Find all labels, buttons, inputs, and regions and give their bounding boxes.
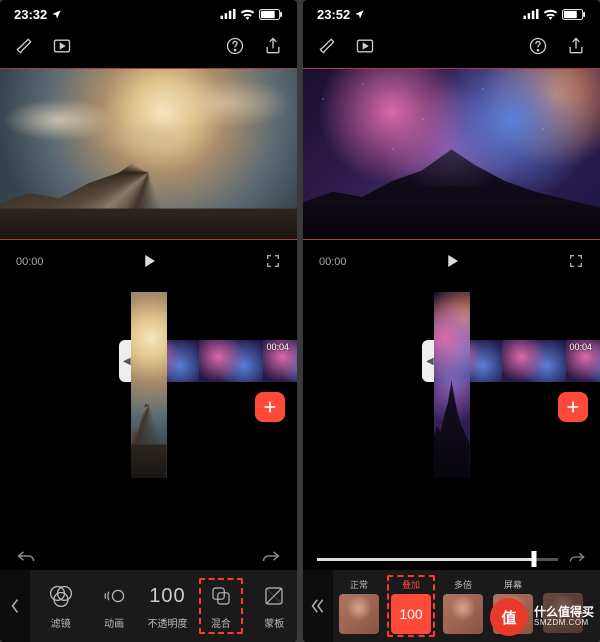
intensity-slider[interactable]	[317, 550, 586, 568]
right-screenshot: 23:52	[303, 0, 600, 642]
tool-label: 滤镜	[51, 615, 71, 630]
blend-label	[562, 580, 565, 590]
time-current: 00:00	[16, 256, 44, 268]
chevron-left-icon	[10, 598, 20, 614]
status-time: 23:52	[317, 7, 350, 22]
clip-end-time: 00:04	[266, 342, 289, 352]
transport-bar: 00:00 00:00	[303, 240, 600, 284]
help-icon[interactable]	[225, 36, 245, 61]
brush-icon[interactable]	[14, 36, 34, 61]
tool-animation[interactable]: 动画	[92, 582, 136, 630]
play-button[interactable]	[443, 252, 461, 273]
watermark-badge: 值	[490, 598, 528, 636]
overlap-circles-icon	[48, 582, 74, 610]
watermark: 值 什么值得买 SMZDM.COM	[490, 598, 594, 636]
blend-thumb	[339, 594, 379, 634]
tool-label: 混合	[211, 615, 231, 630]
top-toolbar	[0, 28, 297, 68]
playhead[interactable]	[434, 292, 470, 478]
tool-label: 不透明度	[147, 615, 187, 630]
redo-icon[interactable]	[261, 549, 281, 568]
timeline[interactable]: ◀ 00:04	[303, 284, 600, 570]
tool-label: 动画	[104, 615, 124, 630]
brush-icon[interactable]	[317, 36, 337, 61]
redo-icon[interactable]	[568, 550, 586, 568]
tool-blend[interactable]: 混合	[199, 578, 243, 634]
plus-icon	[262, 399, 278, 415]
blend-intensity-value: 100	[399, 606, 422, 622]
edit-strip	[0, 546, 297, 570]
tool-label: 蒙板	[264, 615, 284, 630]
blend-mode-add[interactable]: 叠加 100	[387, 575, 435, 637]
signal-icon	[523, 9, 539, 19]
blend-mode-normal[interactable]: 正常	[337, 578, 381, 634]
battery-icon	[259, 9, 283, 20]
status-time: 23:32	[14, 7, 47, 22]
blend-thumb: 100	[391, 594, 431, 634]
tool-filter[interactable]: 滤镜	[39, 582, 83, 630]
video-preview[interactable]	[0, 69, 297, 239]
add-clip-button[interactable]	[255, 392, 285, 422]
top-toolbar	[303, 28, 600, 68]
time-current: 00:00	[319, 256, 347, 268]
blend-label: 多倍	[454, 578, 472, 591]
location-arrow-icon	[354, 9, 365, 20]
status-bar: 23:32	[0, 0, 297, 28]
playback-settings-icon[interactable]	[52, 36, 72, 61]
play-button[interactable]	[140, 252, 158, 273]
blend-label: 屏幕	[504, 578, 522, 591]
add-clip-button[interactable]	[558, 392, 588, 422]
undo-icon[interactable]	[16, 549, 36, 568]
plus-icon	[565, 399, 581, 415]
battery-icon	[562, 9, 586, 20]
video-preview[interactable]	[303, 69, 600, 239]
share-icon[interactable]	[263, 36, 283, 61]
blend-mode-multiply[interactable]: 多倍	[441, 578, 485, 634]
watermark-en: SMZDM.COM	[534, 619, 594, 628]
left-screenshot: 23:32	[0, 0, 297, 642]
mask-diag-icon	[262, 582, 286, 610]
bottom-toolbar: 滤镜 动画 100 不透明度 混合	[0, 570, 297, 642]
blend-label: 叠加	[402, 578, 420, 591]
share-icon[interactable]	[566, 36, 586, 61]
wifi-icon	[240, 9, 255, 20]
playhead[interactable]	[131, 292, 167, 478]
chevron-double-left-icon	[311, 598, 325, 614]
status-bar: 23:52	[303, 0, 600, 28]
blend-squares-icon	[209, 582, 233, 610]
transport-bar: 00:00 00:00	[0, 240, 297, 284]
tool-mask[interactable]: 蒙板	[252, 582, 296, 630]
fullscreen-icon[interactable]	[265, 253, 281, 272]
help-icon[interactable]	[528, 36, 548, 61]
clip-end-time: 00:04	[569, 342, 592, 352]
fullscreen-icon[interactable]	[568, 253, 584, 272]
tool-opacity[interactable]: 100 不透明度	[145, 582, 189, 630]
back-button[interactable]	[0, 570, 30, 642]
playback-settings-icon[interactable]	[355, 36, 375, 61]
back-button[interactable]	[303, 570, 333, 642]
blend-label: 正常	[350, 578, 368, 591]
motion-icon	[102, 582, 126, 610]
timeline[interactable]: ◀ 00:04	[0, 284, 297, 546]
opacity-value: 100	[149, 582, 185, 610]
wifi-icon	[543, 9, 558, 20]
signal-icon	[220, 9, 236, 19]
location-arrow-icon	[51, 9, 62, 20]
blend-thumb	[443, 594, 483, 634]
